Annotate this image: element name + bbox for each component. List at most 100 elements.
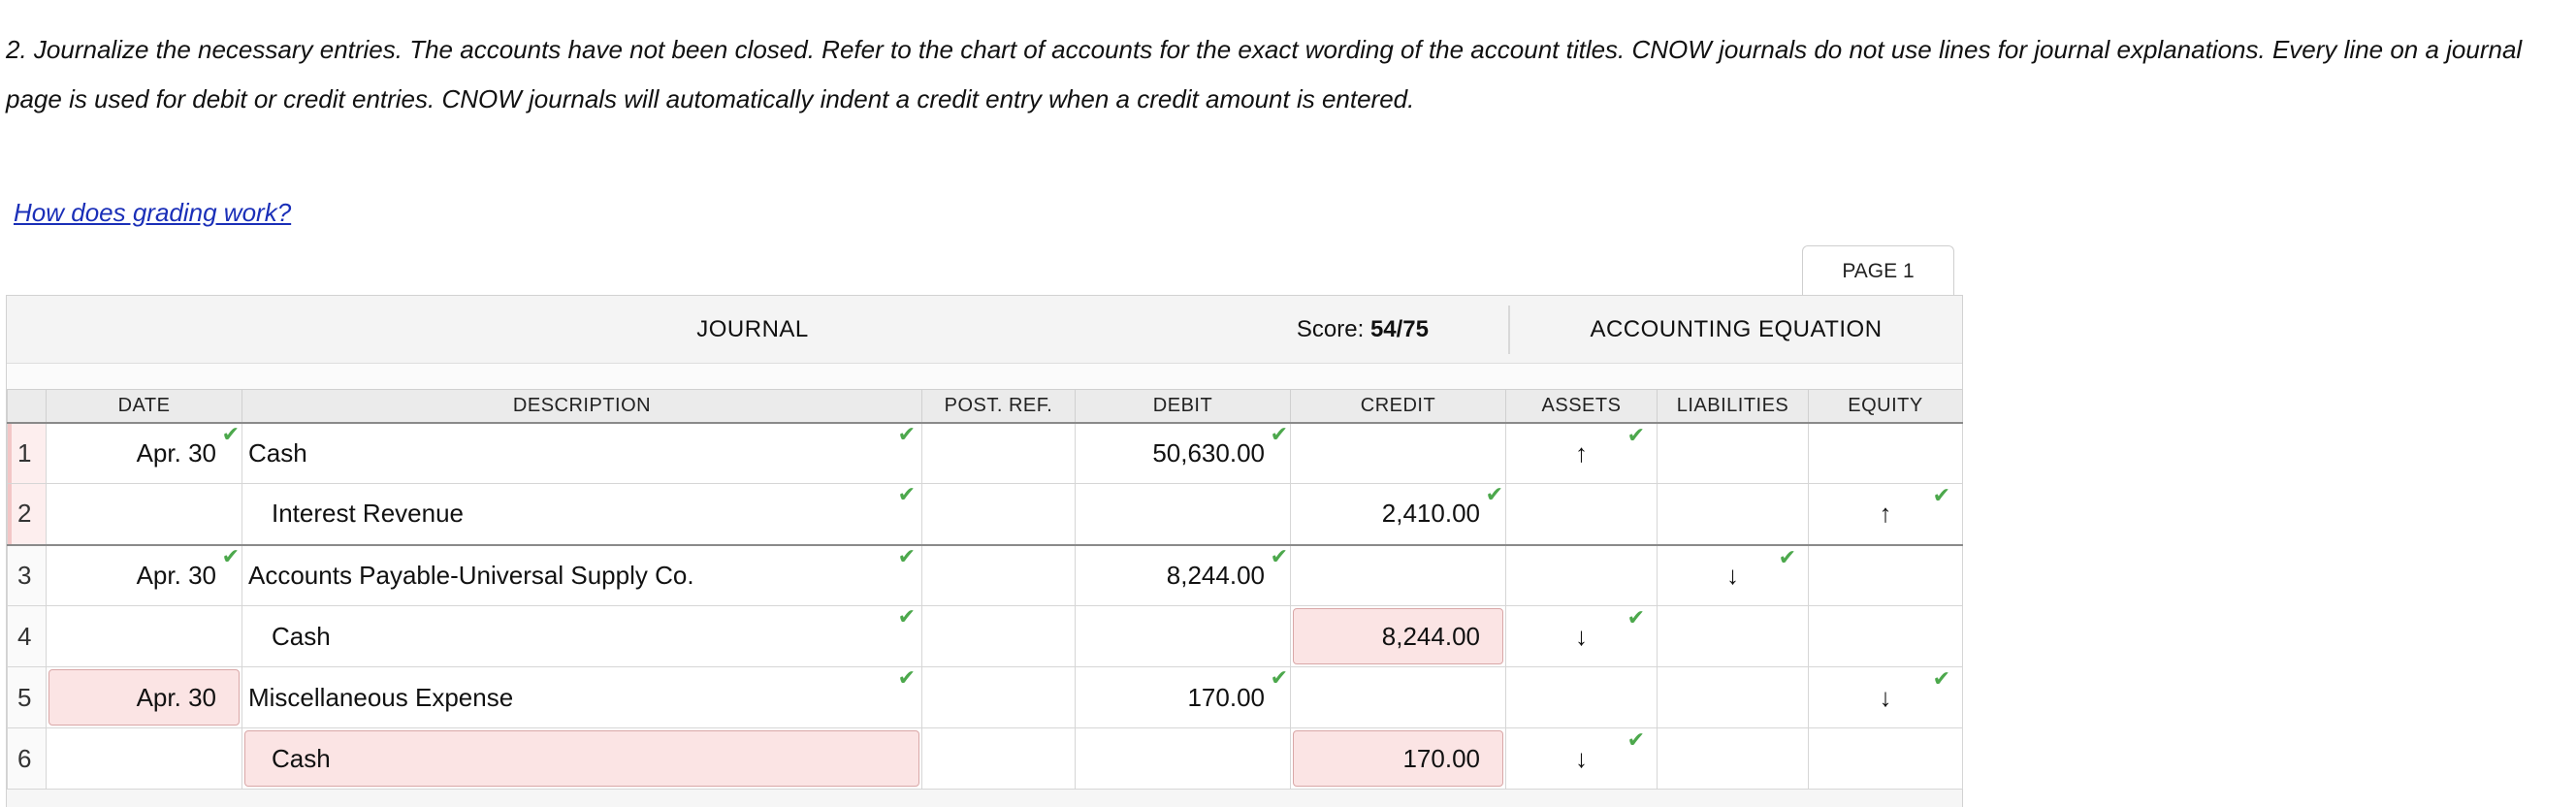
credit-cell[interactable] [1290,544,1506,606]
equity-cell[interactable] [1808,605,1963,667]
column-header-row: DATE DESCRIPTION POST. REF. DEBIT CREDIT… [7,389,1963,424]
post-ref-cell[interactable] [921,605,1076,667]
page-tab[interactable]: PAGE 1 [1802,245,1954,296]
check-icon: ✔ [1626,728,1645,753]
error-highlight [244,730,919,787]
check-icon: ✔ [897,483,916,507]
check-icon: ✔ [221,422,240,447]
credit-value: 2,410.00 [1381,499,1480,529]
debit-cell[interactable]: 50,630.00 ✔ [1075,422,1291,484]
arrow-down-icon: ↓ [1575,621,1588,651]
debit-cell[interactable]: 8,244.00 ✔ [1075,544,1291,606]
description-value: Cash [248,437,307,468]
arrow-down-icon: ↓ [1575,743,1588,773]
debit-cell[interactable] [1075,483,1291,546]
post-ref-cell[interactable] [921,422,1076,484]
description-cell[interactable]: Cash ✔ [242,605,922,667]
row-number: 2 [7,483,47,546]
date-cell[interactable] [46,483,242,546]
assets-cell[interactable]: ↑ ✔ [1505,422,1658,484]
journal-table: DATE DESCRIPTION POST. REF. DEBIT CREDIT… [7,389,1963,790]
post-ref-cell[interactable] [921,727,1076,790]
equity-cell[interactable] [1808,727,1963,790]
date-value: Apr. 30 [136,682,216,712]
date-cell[interactable]: Apr. 30 ✔ [46,544,242,606]
description-cell[interactable]: Accounts Payable-Universal Supply Co. ✔ [242,544,922,606]
table-row: 1 Apr. 30 ✔ Cash ✔ 50,630.00 ✔ ↑ ✔ [7,422,1963,484]
liabilities-cell[interactable] [1657,483,1809,546]
post-ref-cell[interactable] [921,666,1076,728]
row-number: 3 [7,544,47,606]
description-value: Interest Revenue [272,499,465,529]
liabilities-cell[interactable] [1657,422,1809,484]
row-number: 4 [7,605,47,667]
check-icon: ✔ [897,605,916,629]
assets-cell[interactable]: ↓ ✔ [1505,727,1658,790]
debit-cell[interactable] [1075,727,1291,790]
date-cell[interactable] [46,605,242,667]
check-icon: ✔ [221,544,240,569]
table-row: 5 Apr. 30 Miscellaneous Expense ✔ 170.00… [7,666,1963,728]
arrow-down-icon: ↓ [1879,682,1892,712]
col-debit: DEBIT [1075,389,1291,424]
credit-cell[interactable]: 2,410.00 ✔ [1290,483,1506,546]
grading-help-link[interactable]: How does grading work? [14,198,291,228]
credit-cell[interactable] [1290,422,1506,484]
assets-cell[interactable] [1505,666,1658,728]
description-cell[interactable]: Cash [242,727,922,790]
description-cell[interactable]: Cash ✔ [242,422,922,484]
header-spacer [7,364,1962,391]
debit-cell[interactable]: 170.00 ✔ [1075,666,1291,728]
post-ref-cell[interactable] [921,544,1076,606]
check-icon: ✔ [1485,483,1503,507]
arrow-down-icon: ↓ [1726,560,1739,590]
score-display: Score: 54/75 [1297,296,1429,364]
check-icon: ✔ [1270,666,1288,691]
check-icon: ✔ [897,544,916,569]
credit-cell[interactable]: 8,244.00 [1290,605,1506,667]
col-assets: ASSETS [1505,389,1658,424]
row-number: 6 [7,727,47,790]
score-value: 54/75 [1369,316,1429,342]
table-row: 6 Cash 170.00 ↓ ✔ [7,727,1963,790]
date-cell[interactable]: Apr. 30 ✔ [46,422,242,484]
arrow-up-icon: ↑ [1879,499,1892,529]
table-row: 3 Apr. 30 ✔ Accounts Payable-Universal S… [7,544,1963,606]
equity-cell[interactable]: ↑ ✔ [1808,483,1963,546]
credit-value: 8,244.00 [1381,621,1480,651]
equity-cell[interactable]: ↓ ✔ [1808,666,1963,728]
credit-cell[interactable] [1290,666,1506,728]
description-value: Accounts Payable-Universal Supply Co. [248,560,694,590]
liabilities-cell[interactable]: ↓ ✔ [1657,544,1809,606]
date-value: Apr. 30 [136,437,216,468]
equation-title: ACCOUNTING EQUATION [1590,316,1883,342]
description-cell[interactable]: Interest Revenue ✔ [242,483,922,546]
liabilities-cell[interactable] [1657,666,1809,728]
check-icon: ✔ [1932,484,1950,508]
debit-value: 170.00 [1187,682,1265,712]
assets-cell[interactable]: ↓ ✔ [1505,605,1658,667]
description-value: Cash [272,621,331,651]
check-icon: ✔ [1932,667,1950,692]
journal-panel: JOURNAL Score: 54/75 ACCOUNTING EQUATION… [6,295,1963,807]
equity-cell[interactable] [1808,422,1963,484]
instructions-text: 2. Journalize the necessary entries. The… [6,35,2523,113]
check-icon: ✔ [1270,544,1288,569]
debit-cell[interactable] [1075,605,1291,667]
date-cell[interactable]: Apr. 30 [46,666,242,728]
assets-cell[interactable] [1505,483,1658,546]
description-cell[interactable]: Miscellaneous Expense ✔ [242,666,922,728]
col-description: DESCRIPTION [242,389,922,424]
arrow-up-icon: ↑ [1575,437,1588,468]
post-ref-cell[interactable] [921,483,1076,546]
liabilities-cell[interactable] [1657,605,1809,667]
col-credit: CREDIT [1290,389,1506,424]
date-cell[interactable] [46,727,242,790]
check-icon: ✔ [897,422,916,447]
assets-cell[interactable] [1505,544,1658,606]
credit-cell[interactable]: 170.00 [1290,727,1506,790]
equity-cell[interactable] [1808,544,1963,606]
liabilities-cell[interactable] [1657,727,1809,790]
col-date: DATE [46,389,242,424]
check-icon: ✔ [1626,423,1645,448]
